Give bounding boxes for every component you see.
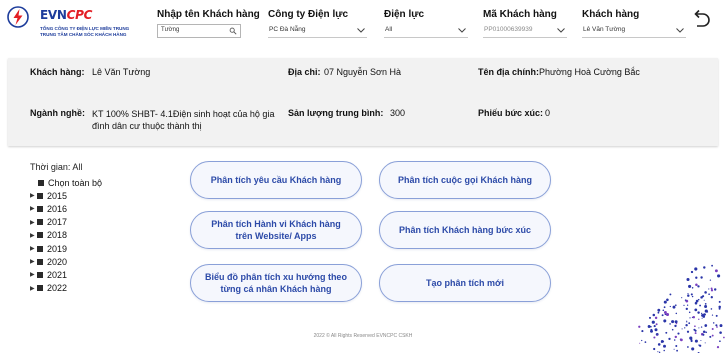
filter-customer-code: Mã Khách hàng PP01000639939 bbox=[483, 9, 567, 38]
complaint-value: 0 bbox=[545, 108, 551, 118]
evncpc-logo: EVNCPC TỔNG CÔNG TY ĐIỆN LỰC MIỀN TRUNG … bbox=[4, 4, 129, 48]
checkbox-icon bbox=[37, 232, 43, 239]
company-select[interactable]: PC Đà Nẵng bbox=[268, 24, 367, 38]
slicer-item-label: 2021 bbox=[47, 269, 68, 280]
customer-label: Khách hàng: bbox=[30, 67, 85, 77]
web-behavior-analysis-button[interactable]: Phân tích Hành vi Khách hàng trên Websit… bbox=[190, 211, 362, 249]
slicer-item-label: 2022 bbox=[47, 283, 68, 294]
call-analysis-button[interactable]: Phân tích cuộc gọi Khách hàng bbox=[379, 161, 551, 199]
request-analysis-button[interactable]: Phân tích yêu cầu Khách hàng bbox=[190, 161, 362, 199]
slicer-item-2015[interactable]: ▶ 2015 bbox=[30, 189, 140, 202]
chevron-down-icon bbox=[676, 28, 684, 33]
expand-caret-icon[interactable]: ▶ bbox=[30, 245, 37, 252]
ward-value: Phường Hoà Cường Bắc bbox=[539, 67, 640, 77]
filter-label: Điện lực bbox=[384, 9, 425, 20]
brand-line-2: TRUNG TÂM CHĂM SÓC KHÁCH HÀNG bbox=[40, 32, 127, 37]
select-value: PP01000639939 bbox=[484, 26, 533, 33]
checkbox-icon bbox=[37, 271, 43, 278]
checkbox-icon bbox=[37, 192, 43, 199]
expand-caret-icon[interactable]: ▶ bbox=[30, 285, 37, 292]
brand-name: EVNCPC bbox=[40, 8, 93, 22]
usage-label: Sản lượng trung bình: bbox=[288, 108, 384, 118]
complaint-label: Phiếu bức xúc: bbox=[478, 108, 544, 118]
slicer-item-label: 2018 bbox=[47, 230, 68, 241]
checkbox-icon bbox=[37, 205, 43, 212]
filter-customer: Khách hàng Lê Văn Tường bbox=[582, 9, 686, 38]
filter-label: Nhập tên Khách hàng bbox=[157, 9, 260, 20]
slicer-item-2020[interactable]: ▶ 2020 bbox=[30, 255, 140, 268]
slicer-title: Thời gian: All bbox=[30, 162, 83, 172]
footer-copyright: 2022 © All Rights Reserved EVNCPC CSKH bbox=[313, 333, 413, 339]
checkbox-icon bbox=[38, 179, 44, 186]
slicer-item-2022[interactable]: ▶ 2022 bbox=[30, 282, 140, 295]
customer-info-panel: Khách hàng: Lê Văn Tường Địa chỉ: 07 Ngu… bbox=[8, 58, 718, 146]
filter-name-search: Nhập tên Khách hàng Tường bbox=[157, 9, 260, 38]
chevron-down-icon bbox=[557, 28, 565, 33]
slicer-item-label: 2016 bbox=[47, 203, 68, 214]
slicer-item-label: 2015 bbox=[47, 190, 68, 201]
ward-label: Tên địa chính: bbox=[478, 67, 540, 77]
slicer-item-label: 2017 bbox=[47, 217, 68, 228]
decorative-dot-pattern bbox=[638, 264, 725, 353]
filter-label: Mã Khách hàng bbox=[483, 9, 557, 20]
job-label: Ngành nghề: bbox=[30, 108, 85, 118]
checkbox-icon bbox=[37, 245, 43, 252]
expand-caret-icon[interactable]: ▶ bbox=[30, 192, 37, 199]
complaint-analysis-button[interactable]: Phân tích Khách hàng bức xúc bbox=[379, 211, 551, 249]
expand-caret-icon[interactable]: ▶ bbox=[30, 205, 37, 212]
select-value: All bbox=[385, 26, 393, 33]
expand-caret-icon[interactable]: ▶ bbox=[30, 258, 37, 265]
expand-caret-icon[interactable]: ▶ bbox=[30, 232, 37, 239]
chevron-down-icon bbox=[458, 28, 466, 33]
slicer-item-2016[interactable]: ▶ 2016 bbox=[30, 202, 140, 215]
search-icon[interactable] bbox=[229, 27, 237, 35]
address-label: Địa chỉ: bbox=[288, 67, 321, 77]
header-bar: EVNCPC TỔNG CÔNG TY ĐIỆN LỰC MIỀN TRUNG … bbox=[0, 0, 726, 52]
new-analysis-button[interactable]: Tạo phân tích mới bbox=[379, 264, 551, 302]
filter-branch: Điện lực All bbox=[384, 9, 468, 38]
expand-caret-icon[interactable]: ▶ bbox=[30, 219, 37, 226]
customer-code-select[interactable]: PP01000639939 bbox=[483, 24, 567, 38]
checkbox-icon bbox=[37, 219, 43, 226]
slicer-item-2017[interactable]: ▶ 2017 bbox=[30, 216, 140, 229]
job-value: KT 100% SHBT- 4.1Điện sinh hoạt của hộ g… bbox=[92, 109, 275, 131]
evn-logo-icon bbox=[7, 6, 29, 28]
filter-label: Khách hàng bbox=[582, 9, 640, 20]
slicer-item-2019[interactable]: ▶ 2019 bbox=[30, 242, 140, 255]
slicer-item-label: Chọn toàn bộ bbox=[48, 177, 103, 188]
slicer-item-2018[interactable]: ▶ 2018 bbox=[30, 229, 140, 242]
filter-company: Công ty Điện lực PC Đà Nẵng bbox=[268, 9, 367, 38]
customer-name-search-input[interactable]: Tường bbox=[157, 24, 241, 38]
checkbox-icon bbox=[37, 285, 43, 292]
checkbox-icon bbox=[37, 258, 43, 265]
chevron-down-icon bbox=[357, 28, 365, 33]
search-input-value: Tường bbox=[161, 27, 180, 33]
brand-line-1: TỔNG CÔNG TY ĐIỆN LỰC MIỀN TRUNG bbox=[40, 26, 130, 31]
select-value: Lê Văn Tường bbox=[583, 26, 626, 33]
slicer-select-all[interactable]: Chọn toàn bộ bbox=[30, 176, 140, 189]
time-slicer: Thời gian: All Chọn toàn bộ ▶ 2015 ▶ 2016 … bbox=[30, 162, 140, 295]
slicer-item-2021[interactable]: ▶ 2021 bbox=[30, 268, 140, 281]
address-value: 07 Nguyễn Sơn Hà bbox=[324, 67, 401, 77]
slicer-item-label: 2020 bbox=[47, 256, 68, 267]
trend-chart-button[interactable]: Biểu đồ phân tích xu hướng theo từng cá … bbox=[190, 264, 362, 302]
customer-select[interactable]: Lê Văn Tường bbox=[582, 24, 686, 38]
usage-value: 300 bbox=[390, 108, 406, 118]
back-arrow-icon[interactable] bbox=[690, 8, 712, 30]
slicer-item-label: 2019 bbox=[47, 243, 68, 254]
select-value: PC Đà Nẵng bbox=[269, 26, 306, 33]
branch-select[interactable]: All bbox=[384, 24, 468, 38]
customer-value: Lê Văn Tường bbox=[92, 67, 151, 77]
filter-label: Công ty Điện lực bbox=[268, 9, 349, 20]
expand-caret-icon[interactable]: ▶ bbox=[30, 271, 37, 278]
